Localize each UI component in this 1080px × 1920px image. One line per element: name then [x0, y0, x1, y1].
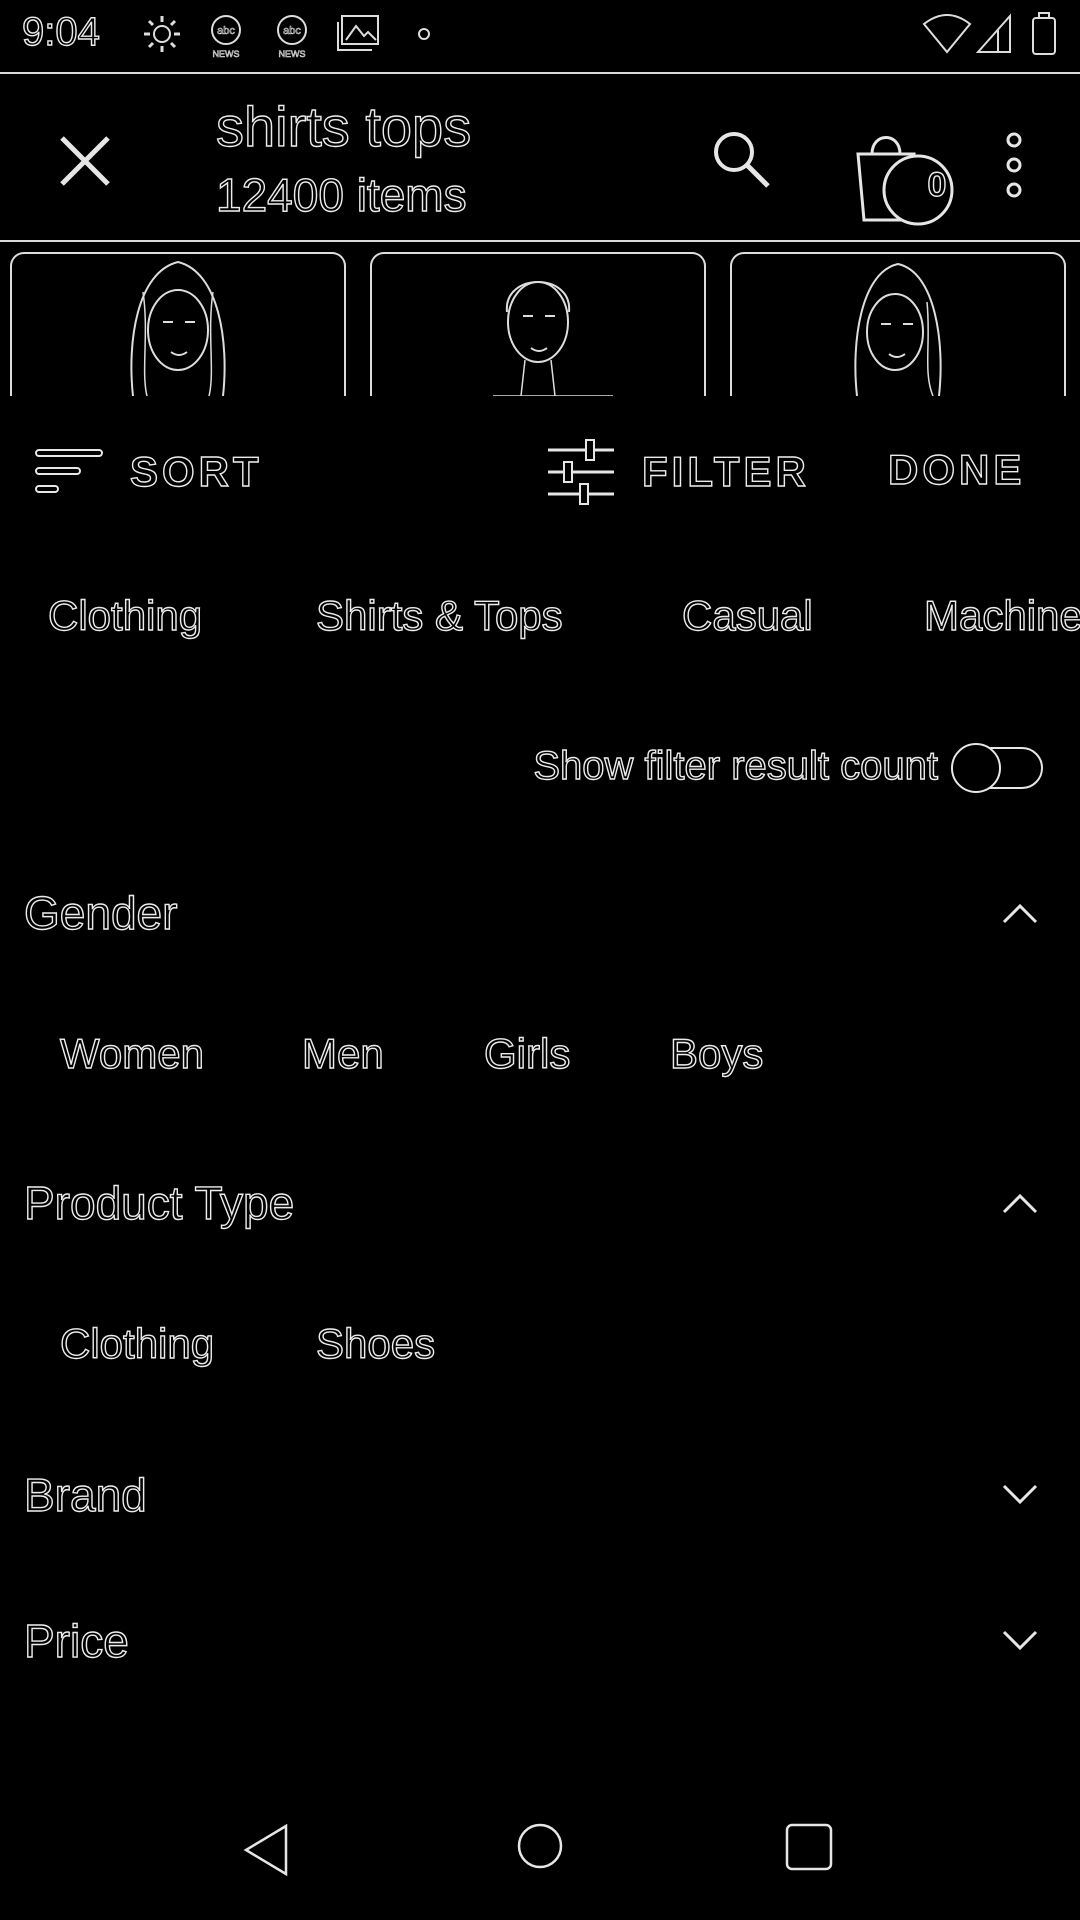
- category-chip-shirts-tops[interactable]: Shirts & Tops: [315, 591, 563, 640]
- gender-header[interactable]: Gender: [23, 886, 178, 940]
- model-portrait-image: [130, 260, 226, 396]
- gender-option-boys[interactable]: Boys: [669, 1029, 764, 1078]
- page-title: shirts tops: [215, 94, 472, 158]
- filter-label: FILTER: [641, 447, 810, 495]
- gear-icon: [144, 16, 180, 52]
- model-portrait-image: [854, 262, 942, 396]
- abc-news-label: NEWS: [279, 49, 306, 59]
- chevron-up-icon[interactable]: [1000, 1190, 1040, 1216]
- home-icon[interactable]: [516, 1822, 564, 1870]
- gallery-icon: [337, 15, 379, 51]
- product-type-option-shoes[interactable]: Shoes: [315, 1319, 435, 1368]
- sort-icon: [35, 449, 103, 493]
- category-chip-clothing[interactable]: Clothing: [47, 591, 203, 640]
- gender-option-men[interactable]: Men: [301, 1029, 384, 1078]
- product-thumbnails: [0, 252, 1080, 396]
- product-type-option-clothing[interactable]: Clothing: [59, 1319, 215, 1368]
- product-thumbnail[interactable]: [370, 252, 706, 396]
- product-type-header[interactable]: Product Type: [23, 1176, 295, 1230]
- battery-icon: [1032, 12, 1056, 55]
- app-bar: shirts tops 12400 items 0: [0, 72, 1080, 242]
- gender-option-girls[interactable]: Girls: [483, 1029, 571, 1078]
- model-portrait-image: [493, 281, 613, 396]
- price-header[interactable]: Price: [23, 1614, 129, 1668]
- item-count: 12400 items: [215, 168, 467, 221]
- product-thumbnail[interactable]: [10, 252, 346, 396]
- svg-text:abc: abc: [283, 25, 301, 37]
- sort-filter-bar: SORT FILTER DONE: [0, 420, 1080, 520]
- wifi-icon: [922, 14, 972, 54]
- category-chip-casual[interactable]: Casual: [681, 591, 813, 640]
- product-thumbnail[interactable]: [730, 252, 1066, 396]
- filter-count-toggle[interactable]: [950, 742, 1046, 794]
- back-icon[interactable]: [242, 1822, 290, 1878]
- search-icon[interactable]: [706, 124, 776, 194]
- abc-news-icon: abc NEWS: [277, 15, 307, 59]
- chevron-up-icon[interactable]: [1000, 900, 1040, 926]
- status-time: 9:04: [21, 9, 100, 54]
- sort-label: SORT: [129, 447, 263, 495]
- category-chip-machine[interactable]: Machine: [923, 591, 1080, 640]
- recents-icon[interactable]: [784, 1822, 834, 1872]
- gender-section: Gender Women Men Girls Boys: [0, 880, 1080, 1080]
- abc-news-label: NEWS: [213, 49, 240, 59]
- category-breadcrumbs: Clothing Shirts & Tops Casual Machine: [0, 584, 1080, 654]
- done-button[interactable]: DONE: [887, 445, 1025, 494]
- cart-count-badge: 0: [927, 165, 947, 204]
- chevron-down-icon[interactable]: [1000, 1628, 1040, 1654]
- chevron-down-icon[interactable]: [1000, 1482, 1040, 1508]
- gender-option-women[interactable]: Women: [59, 1029, 204, 1078]
- svg-text:abc: abc: [217, 25, 235, 37]
- abc-news-icon: abc NEWS: [211, 15, 241, 59]
- filter-sliders-icon: [548, 439, 614, 505]
- brand-section[interactable]: Brand: [0, 1462, 1080, 1542]
- toggle-label: Show filter result count: [533, 743, 939, 788]
- status-bar: 9:04 abc NEWS abc NEWS: [0, 0, 1080, 74]
- close-icon[interactable]: [54, 130, 116, 192]
- system-nav-bar: [0, 1780, 1080, 1920]
- more-options-icon[interactable]: [994, 130, 1034, 200]
- brand-header[interactable]: Brand: [23, 1468, 147, 1522]
- dot-icon: [418, 28, 430, 40]
- price-section[interactable]: Price: [0, 1608, 1080, 1688]
- filter-count-toggle-row: Show filter result count: [0, 736, 1080, 800]
- signal-icon: [975, 13, 1011, 53]
- product-type-section: Product Type Clothing Shoes: [0, 1170, 1080, 1370]
